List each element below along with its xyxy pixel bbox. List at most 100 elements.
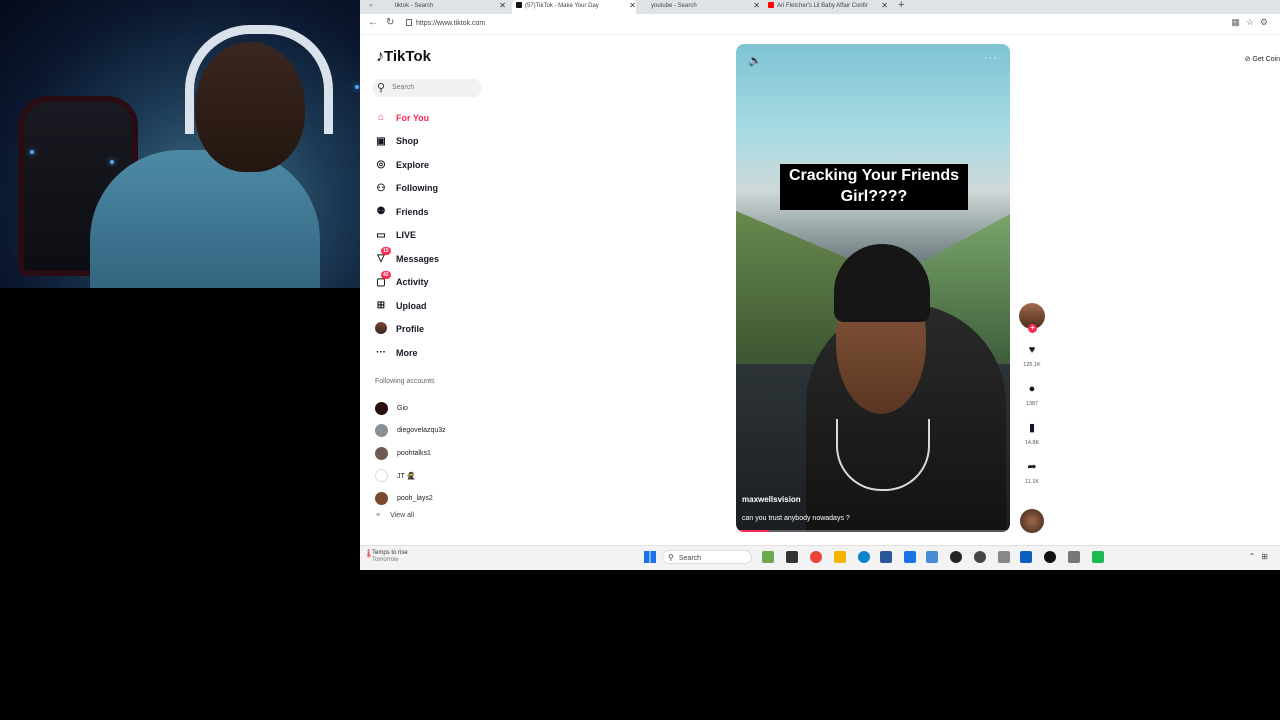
edge-icon[interactable] xyxy=(858,551,870,563)
tab-youtube-search[interactable]: youtube - Search ✕ xyxy=(642,0,760,14)
nav-label: Shop xyxy=(396,136,419,147)
new-tab-button[interactable]: + xyxy=(898,0,904,11)
heart-icon[interactable]: ♥ xyxy=(1018,343,1046,357)
close-icon[interactable]: ✕ xyxy=(881,0,888,12)
store-icon[interactable] xyxy=(880,551,892,563)
app-icon[interactable] xyxy=(998,551,1010,563)
more-options-icon[interactable]: ··· xyxy=(984,52,998,64)
app-icon[interactable] xyxy=(786,551,798,563)
webcam-overlay xyxy=(0,0,360,288)
more-icon: ··· xyxy=(376,347,386,359)
friends-icon: ⚉ xyxy=(376,206,386,218)
following-account[interactable]: Gio xyxy=(375,397,446,420)
nav-label: Upload xyxy=(396,300,427,311)
media-player-icon[interactable] xyxy=(1044,551,1056,563)
view-all-label: View all xyxy=(390,512,415,519)
view-all-link[interactable]: ≡ View all xyxy=(376,512,414,519)
get-coins-button[interactable]: ⊘ Get Coin xyxy=(1245,55,1280,63)
nav-activity[interactable]: ▢ 42 Activity xyxy=(374,270,504,295)
following-account[interactable]: pooh_lays2 xyxy=(375,487,446,510)
nav-following[interactable]: ⚇ Following xyxy=(374,177,504,201)
tab-favicon xyxy=(386,2,392,8)
app-icon[interactable] xyxy=(904,551,916,563)
follow-plus-icon[interactable]: + xyxy=(1028,324,1037,333)
tab-favicon xyxy=(642,2,648,8)
tab-search[interactable]: tiktok - Search ✕ xyxy=(386,0,506,14)
led-light xyxy=(355,85,359,89)
close-icon[interactable]: ✕ xyxy=(629,0,636,12)
tiktok-logo[interactable]: ♪TikTok xyxy=(376,48,431,66)
live-icon: ▭ xyxy=(376,229,386,241)
profile-avatar xyxy=(374,321,388,337)
headset xyxy=(185,25,333,134)
taskbar-search[interactable]: ⚲ Search xyxy=(662,550,752,564)
account-name: Gio xyxy=(397,404,408,412)
tab-label: tiktok - Search xyxy=(395,3,434,9)
bookmark-icon[interactable]: ▮ xyxy=(1018,421,1046,435)
close-icon[interactable]: ✕ xyxy=(499,0,506,12)
music-disc-icon[interactable] xyxy=(1020,509,1044,533)
following-accounts-list: Gio diegovelazqu3z poohtalks1 JT 🥷 pooh_… xyxy=(375,397,446,510)
app-icon[interactable] xyxy=(1092,551,1104,563)
app-icon[interactable] xyxy=(1020,551,1032,563)
search-icon: ⚲ xyxy=(668,553,674,562)
weather-widget[interactable]: 🌡 Temps to rise Tomorrow xyxy=(364,550,408,564)
tab-label: (57)TikTok - Make Your Day xyxy=(525,3,599,9)
video-player[interactable]: 🔈 ··· Cracking Your Friends Girl???? max… xyxy=(736,44,1010,532)
comment-icon[interactable]: ● xyxy=(1018,382,1046,396)
nav-friends[interactable]: ⚉ Friends xyxy=(374,200,504,224)
back-icon[interactable]: ← xyxy=(368,17,378,28)
address-bar-actions[interactable]: ▦☆⚙ xyxy=(1231,17,1274,28)
following-account[interactable]: diegovelazqu3z xyxy=(375,420,446,443)
search-input[interactable] xyxy=(392,81,476,94)
search-icon: ⚲ xyxy=(377,82,386,94)
like-count: 125.1K xyxy=(1023,362,1041,368)
creator-avatar[interactable]: + xyxy=(1019,303,1045,333)
share-icon[interactable]: ➦ xyxy=(1018,460,1046,474)
nav-upload[interactable]: ⊞ Upload xyxy=(374,294,504,318)
app-icon[interactable] xyxy=(762,551,774,563)
tab-tiktok[interactable]: (57)TikTok - Make Your Day ✕ xyxy=(512,0,636,14)
system-tray[interactable]: ⌃⊞ xyxy=(1249,552,1274,561)
search-box[interactable]: ⚲ xyxy=(372,79,482,97)
app-icon[interactable] xyxy=(974,551,986,563)
bookmark-action[interactable]: ▮ 14.8K xyxy=(1018,421,1046,446)
tiktok-favicon xyxy=(516,2,522,8)
close-icon[interactable]: ✕ xyxy=(753,0,760,12)
nav-more[interactable]: ··· More xyxy=(374,341,504,365)
nav-label: Explore xyxy=(396,159,430,170)
following-account[interactable]: poohtalks1 xyxy=(375,442,446,465)
share-action[interactable]: ➦ 11.1K xyxy=(1018,460,1046,485)
video-progress-bar[interactable] xyxy=(736,530,1010,532)
following-icon: ⚇ xyxy=(376,182,386,194)
chrome-icon[interactable] xyxy=(810,551,822,563)
url-field[interactable]: https://www.tiktok.com xyxy=(416,20,485,27)
windows-start-icon[interactable] xyxy=(644,551,656,563)
like-action[interactable]: ♥ 125.1K xyxy=(1018,343,1046,368)
account-name: poohtalks1 xyxy=(397,449,431,457)
obs-icon[interactable] xyxy=(950,551,962,563)
comment-action[interactable]: ● 1387 xyxy=(1018,382,1046,407)
nav-profile[interactable]: Profile xyxy=(374,318,504,342)
nav-label: Activity xyxy=(396,277,429,288)
app-icon[interactable] xyxy=(926,551,938,563)
browser-window: ⌄ tiktok - Search ✕ (57)TikTok - Make Yo… xyxy=(360,0,1280,570)
video-person-beanie xyxy=(834,244,930,322)
streamer-hoodie xyxy=(90,150,320,288)
account-avatar xyxy=(375,446,388,460)
following-account[interactable]: JT 🥷 xyxy=(375,465,446,488)
file-explorer-icon[interactable] xyxy=(834,551,846,563)
settings-icon[interactable] xyxy=(1068,551,1080,563)
account-avatar xyxy=(375,469,388,483)
nav-explore[interactable]: ◎ Explore xyxy=(374,153,504,177)
tab-menu-icon[interactable]: ⌄ xyxy=(368,0,374,8)
tab-youtube-video[interactable]: Ari Fletcher's Lil Baby Affair Confir ✕ xyxy=(768,0,888,14)
volume-icon[interactable]: 🔈 xyxy=(748,54,762,67)
nav-messages[interactable]: ▽ 15 Messages xyxy=(374,247,504,271)
refresh-icon[interactable]: ↻ xyxy=(386,17,394,28)
account-avatar xyxy=(375,491,388,505)
nav-shop[interactable]: ▣ Shop xyxy=(374,130,504,154)
nav-live[interactable]: ▭ LIVE xyxy=(374,224,504,248)
nav-for-you[interactable]: ⌂ For You xyxy=(374,106,504,130)
video-author[interactable]: maxwellsvision xyxy=(742,495,801,504)
